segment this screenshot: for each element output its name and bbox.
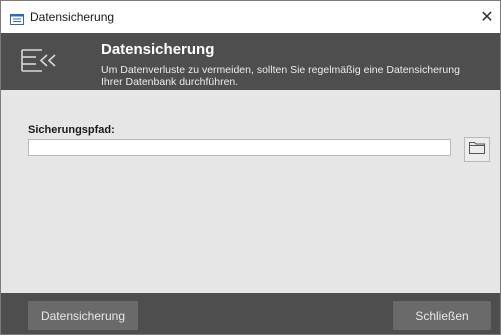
backup-path-input[interactable] <box>28 139 451 156</box>
banner-description: Um Datenverluste zu vermeiden, sollten S… <box>101 64 460 88</box>
banner-title: Datensicherung <box>101 41 215 58</box>
window-close-button[interactable]: ✕ <box>474 1 500 33</box>
title-bar: Datensicherung ✕ <box>1 1 500 33</box>
app-window-icon <box>10 12 24 25</box>
footer-bar: Datensicherung Schließen <box>1 293 500 334</box>
backup-path-label: Sicherungspfad: <box>28 124 115 136</box>
start-backup-button[interactable]: Datensicherung <box>28 301 138 330</box>
folder-icon <box>469 141 485 159</box>
header-banner: Datensicherung Um Datenverluste zu verme… <box>1 33 500 90</box>
window-title: Datensicherung <box>30 10 115 24</box>
list-collapse-icon <box>20 46 60 81</box>
close-dialog-button[interactable]: Schließen <box>393 301 491 330</box>
browse-folder-button[interactable] <box>464 137 490 162</box>
backup-dialog: Datensicherung ✕ Datensicherung Um Daten… <box>0 0 501 335</box>
